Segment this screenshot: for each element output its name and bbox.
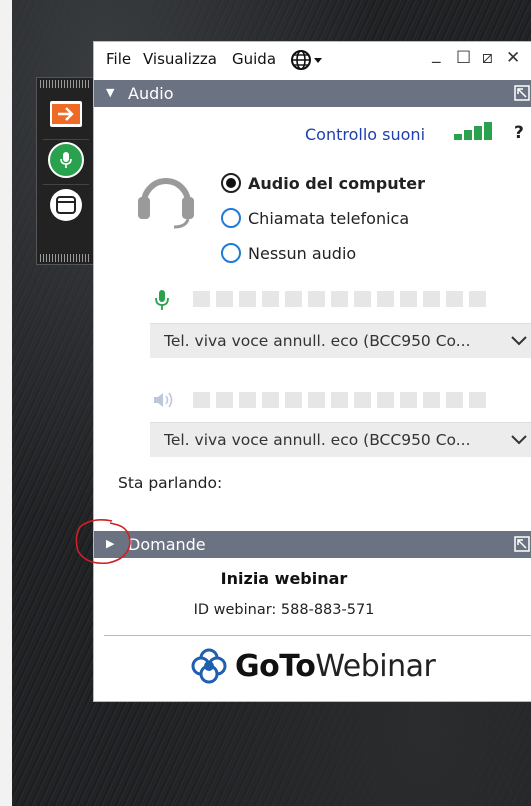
grab-handle-top[interactable]	[40, 80, 91, 88]
speaker-device-select[interactable]: Tel. viva voce annull. eco (BCC950 Co...	[150, 422, 531, 457]
microphone-device-value: Tel. viva voce annull. eco (BCC950 Co...	[164, 332, 471, 350]
menu-visualizza[interactable]: Visualizza	[143, 50, 217, 68]
speaking-label: Sta parlando:	[118, 474, 223, 492]
radio-button[interactable]	[221, 243, 241, 263]
show-panel-arrow-icon	[52, 104, 80, 124]
minimize-button[interactable]: _	[432, 44, 441, 64]
questions-section-title: Domande	[128, 535, 206, 554]
logo-text-light: Webinar	[315, 648, 436, 684]
gotowebinar-logo: GoToWebinar	[191, 648, 436, 684]
popout-icon[interactable]	[514, 536, 530, 556]
microphone-level-icon	[155, 289, 169, 315]
sound-check-link[interactable]: Controllo suoni	[305, 125, 425, 144]
red-annotation-circle	[75, 519, 131, 565]
globe-icon[interactable]	[290, 49, 326, 71]
control-panel-strip	[36, 77, 94, 265]
microphone-icon	[48, 142, 84, 178]
audio-option-none[interactable]: Nessun audio	[221, 243, 356, 263]
maximize-button[interactable]: ☐	[456, 48, 471, 68]
help-button[interactable]: ?	[514, 123, 524, 143]
radio-button[interactable]	[221, 208, 241, 228]
questions-section-header[interactable]: ▶ Domande	[94, 531, 531, 558]
webinar-title: Inizia webinar	[220, 569, 348, 588]
audio-option-computer[interactable]: Audio del computer	[221, 173, 425, 193]
audio-section-title: Audio	[128, 84, 174, 103]
desktop-edge	[0, 0, 12, 806]
microphone-device-select[interactable]: Tel. viva voce annull. eco (BCC950 Co...	[150, 323, 531, 358]
collapse-triangle-icon: ▼	[106, 86, 115, 99]
show-control-panel-button[interactable]	[43, 94, 89, 134]
logo-flower-icon	[191, 648, 227, 684]
screen-sharing-button[interactable]	[43, 184, 89, 225]
menu-file[interactable]: File	[106, 50, 131, 68]
webinar-id: ID webinar: 588-883-571	[193, 602, 375, 618]
divider	[104, 635, 531, 636]
logo-text: GoToWebinar	[235, 648, 436, 684]
grab-handle-bottom[interactable]	[40, 254, 91, 262]
menu-bar: File Visualizza Guida _ ☐ ⧄ ✕	[94, 42, 531, 79]
logo-text-bold: GoTo	[235, 648, 316, 684]
speaker-device-value: Tel. viva voce annull. eco (BCC950 Co...	[164, 431, 471, 449]
chevron-down-icon	[510, 429, 528, 453]
signal-strength-icon	[454, 122, 496, 142]
radio-button[interactable]	[221, 173, 241, 193]
mute-microphone-button[interactable]	[43, 139, 89, 180]
radio-label: Nessun audio	[248, 243, 357, 263]
close-button[interactable]: ✕	[506, 48, 520, 68]
radio-label: Chiamata telefonica	[248, 208, 410, 228]
headset-icon	[134, 167, 198, 231]
speaker-level-icon	[152, 390, 178, 414]
microphone-level-meter	[193, 291, 486, 307]
chevron-down-icon	[510, 330, 528, 354]
speaker-level-meter	[193, 392, 486, 408]
radio-label: Audio del computer	[248, 173, 426, 193]
audio-section-header[interactable]: ▼ Audio	[94, 80, 531, 107]
audio-option-phone[interactable]: Chiamata telefonica	[221, 208, 409, 228]
gotowebinar-control-panel: File Visualizza Guida _ ☐ ⧄ ✕ ▼ Audio Co…	[93, 41, 531, 702]
popout-icon[interactable]	[514, 85, 530, 105]
screen-icon	[50, 189, 82, 221]
menu-guida[interactable]: Guida	[232, 50, 276, 68]
restore-button[interactable]: ⧄	[482, 48, 493, 68]
